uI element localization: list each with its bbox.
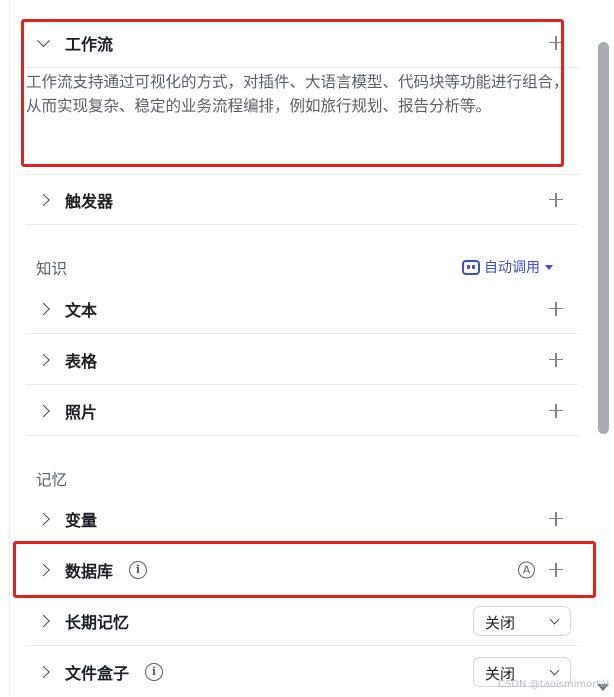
auto-badge-icon: A xyxy=(518,561,535,578)
knowledge-section-label: 知识 xyxy=(36,260,68,278)
knowledge-table-title: 表格 xyxy=(65,351,98,371)
workflow-header[interactable]: 工作流 xyxy=(26,18,579,68)
knowledge-photo-title: 照片 xyxy=(65,402,98,422)
info-icon[interactable]: i xyxy=(129,560,147,579)
add-text-plus-icon[interactable] xyxy=(549,301,563,316)
memory-item-variable[interactable]: 变量 xyxy=(26,494,579,544)
workflow-description: 工作流支持通过可视化的方式，对插件、大语言模型、代码块等功能进行组合，从而实现复… xyxy=(26,73,569,115)
knowledge-item-text[interactable]: 文本 xyxy=(26,284,579,334)
add-variable-plus-icon[interactable] xyxy=(549,511,563,526)
chevron-right-icon[interactable] xyxy=(37,193,50,206)
info-icon[interactable]: i xyxy=(145,663,163,681)
robot-icon xyxy=(462,259,480,275)
caret-down-icon xyxy=(545,264,553,270)
skills-panel: 工作流 工作流支持通过可视化的方式，对插件、大语言模型、代码块等功能进行组合，从… xyxy=(26,0,579,696)
long-term-memory-select[interactable]: 关闭 xyxy=(473,605,571,636)
add-workflow-plus-icon[interactable] xyxy=(549,35,563,50)
chevron-right-icon[interactable] xyxy=(37,512,50,525)
chevron-right-icon[interactable] xyxy=(37,665,50,679)
variable-title: 变量 xyxy=(65,510,98,530)
memory-item-long-term[interactable]: 长期记忆 关闭 xyxy=(26,596,579,646)
knowledge-item-photo[interactable]: 照片 xyxy=(26,386,579,436)
panel-left-border xyxy=(9,0,10,696)
memory-item-database[interactable]: 数据库 i A xyxy=(26,545,579,595)
chevron-right-icon[interactable] xyxy=(37,353,50,366)
chevron-right-icon[interactable] xyxy=(37,614,50,627)
add-table-plus-icon[interactable] xyxy=(549,352,563,367)
knowledge-item-table[interactable]: 表格 xyxy=(26,335,579,385)
workflow-title: 工作流 xyxy=(65,34,114,54)
add-database-plus-icon[interactable] xyxy=(549,562,563,577)
auto-call-dropdown[interactable]: 自动调用 xyxy=(462,257,553,277)
memory-section-label: 记忆 xyxy=(36,471,68,489)
auto-call-label: 自动调用 xyxy=(484,260,540,276)
file-box-title: 文件盒子 xyxy=(65,664,130,683)
chevron-right-icon[interactable] xyxy=(37,404,50,417)
trigger-row[interactable]: 触发器 xyxy=(26,175,579,225)
chevron-down-icon xyxy=(549,614,560,624)
workflow-section-end xyxy=(26,124,579,175)
watermark: CSDN @taoismimortal xyxy=(498,679,610,690)
memory-item-file-box[interactable]: 文件盒子 i 关闭 xyxy=(26,647,579,697)
chevron-right-icon[interactable] xyxy=(37,563,50,576)
select-value: 关闭 xyxy=(485,613,516,632)
knowledge-text-title: 文本 xyxy=(65,300,98,320)
vertical-scrollbar-thumb[interactable] xyxy=(598,42,609,434)
chevron-down-icon[interactable] xyxy=(37,33,50,47)
trigger-title: 触发器 xyxy=(65,191,114,211)
add-trigger-plus-icon[interactable] xyxy=(549,192,563,207)
add-photo-plus-icon[interactable] xyxy=(549,403,563,418)
chevron-right-icon[interactable] xyxy=(37,302,50,315)
database-title: 数据库 xyxy=(65,561,114,581)
chevron-down-icon xyxy=(549,665,560,676)
long-term-memory-title: 长期记忆 xyxy=(65,612,130,632)
